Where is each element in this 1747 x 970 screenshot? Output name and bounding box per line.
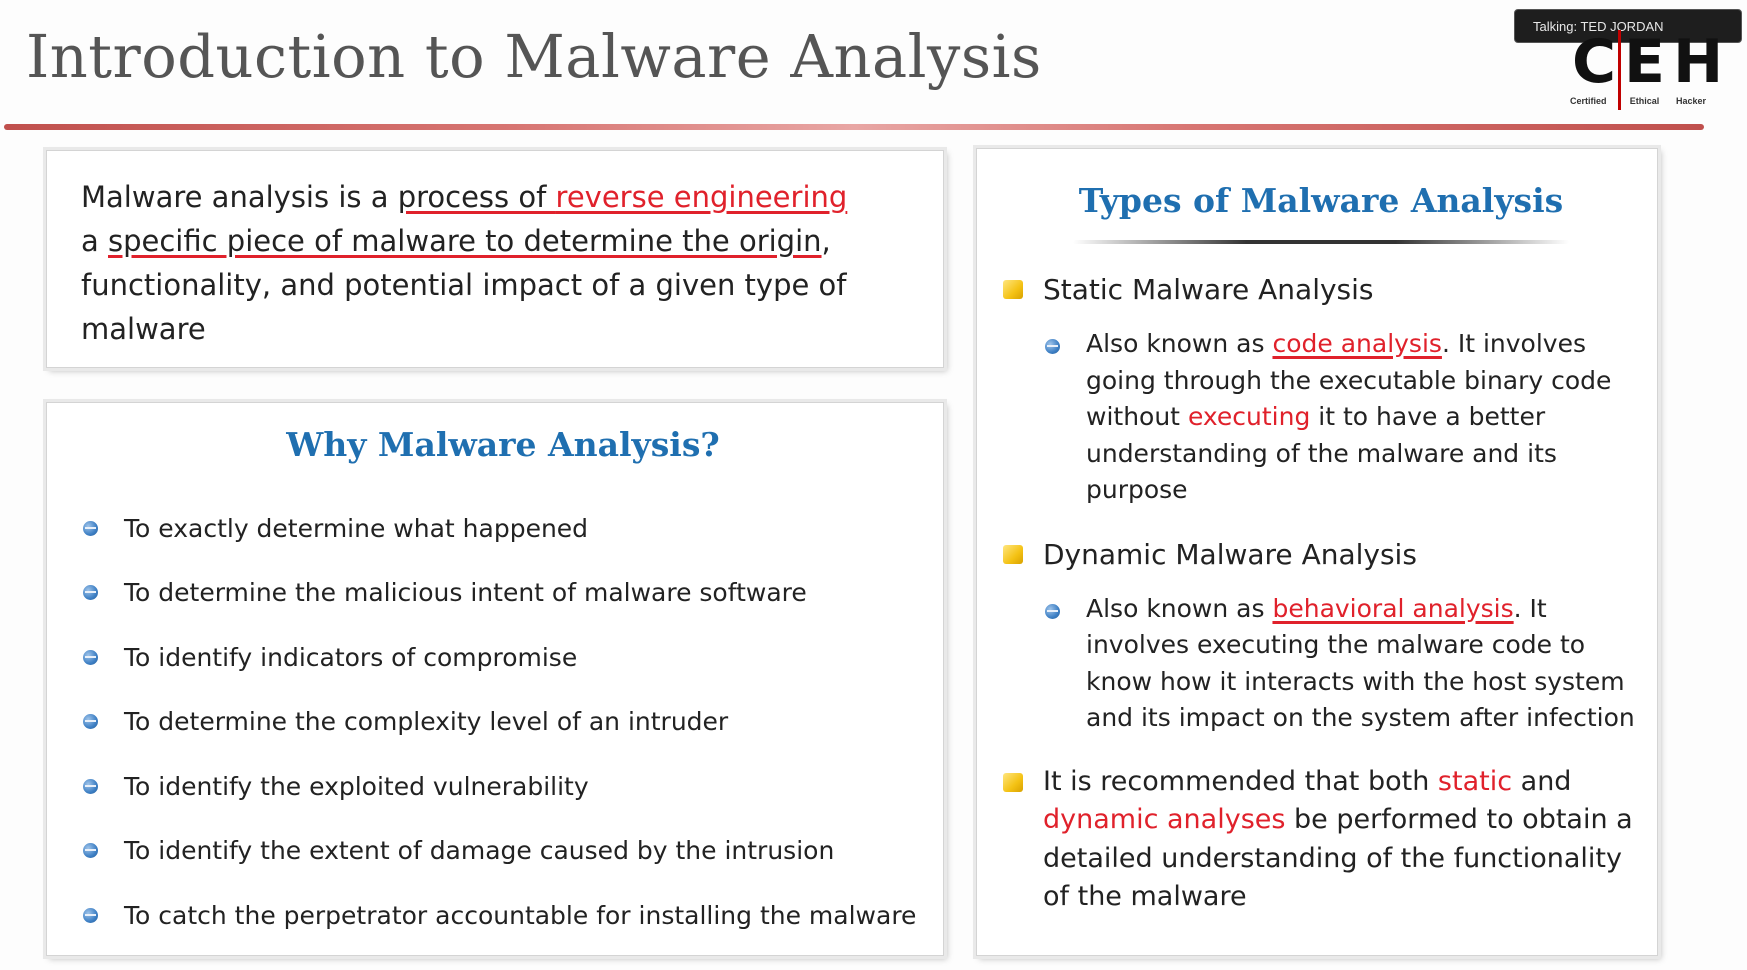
bullet-icon bbox=[83, 843, 98, 859]
list-item: To determine the malicious intent of mal… bbox=[83, 561, 923, 626]
type-static-description: Also known as code analysis. It involves… bbox=[1045, 326, 1639, 509]
type-static: Static Malware Analysis bbox=[1003, 270, 1639, 310]
static-text-1: Also known as bbox=[1086, 329, 1273, 358]
types-heading-divider bbox=[1073, 240, 1569, 244]
type-dynamic-description: Also known as behavioral analysis. It in… bbox=[1045, 591, 1639, 737]
ceh-logo: C E H Certified Ethical Hacker bbox=[1566, 27, 1723, 112]
list-item-text: To determine the malicious intent of mal… bbox=[124, 578, 807, 608]
list-item: To identify the exploited vulnerability bbox=[83, 754, 923, 819]
square-bullet-icon bbox=[1003, 772, 1023, 792]
logo-subtitle: Certified Ethical Hacker bbox=[1566, 96, 1706, 106]
logo-letter-e: E bbox=[1624, 27, 1666, 97]
why-heading: Why Malware Analysis? bbox=[286, 425, 720, 464]
dynamic-text-1: Also known as bbox=[1086, 593, 1273, 623]
list-item-text: To catch the perpetrator accountable for… bbox=[124, 900, 917, 930]
type-static-label: Static Malware Analysis bbox=[1043, 273, 1374, 306]
list-item-text: To identify the exploited vulnerability bbox=[124, 771, 589, 801]
logo-letter-c: C bbox=[1572, 27, 1617, 97]
list-item-text: To identify indicators of compromise bbox=[124, 642, 578, 672]
list-item-text: To identify the extent of damage caused … bbox=[124, 836, 835, 866]
recommendation: It is recommended that both static and d… bbox=[1003, 763, 1639, 917]
bullet-icon bbox=[83, 520, 98, 536]
definition-highlight-reverse-engineering: reverse engineering bbox=[555, 180, 848, 214]
recommend-text-1: It is recommended that both bbox=[1043, 765, 1438, 797]
static-highlight-code-analysis: code analysis bbox=[1272, 329, 1442, 358]
list-item: To catch the perpetrator accountable for… bbox=[83, 883, 923, 948]
bullet-icon bbox=[83, 907, 98, 923]
logo-divider bbox=[1618, 30, 1621, 110]
type-dynamic-label: Dynamic Malware Analysis bbox=[1043, 537, 1417, 571]
logo-letter-h: H bbox=[1673, 27, 1724, 97]
slide-title: Introduction to Malware Analysis bbox=[26, 22, 1042, 91]
bullet-icon bbox=[1045, 339, 1060, 354]
list-item: To identify indicators of compromise bbox=[83, 625, 923, 690]
type-dynamic: Dynamic Malware Analysis bbox=[1003, 535, 1639, 575]
recommendation-text: It is recommended that both static and d… bbox=[1043, 763, 1639, 917]
list-item: To exactly determine what happened bbox=[83, 496, 923, 561]
definition-part-2: process of bbox=[397, 180, 556, 214]
bullet-icon bbox=[83, 649, 98, 665]
why-list: To exactly determine what happened To de… bbox=[83, 496, 923, 948]
logo-sub-ethical: Ethical bbox=[1629, 96, 1660, 106]
bullet-icon bbox=[1045, 603, 1060, 619]
definition-box: Malware analysis is a process of reverse… bbox=[46, 150, 944, 368]
dynamic-description-text: Also known as behavioral analysis. It in… bbox=[1086, 591, 1639, 737]
slide: Introduction to Malware Analysis Talking… bbox=[0, 0, 1747, 970]
types-box: Types of Malware Analysis Static Malware… bbox=[976, 148, 1658, 956]
definition-part-4: a bbox=[81, 224, 108, 258]
static-highlight-executing: executing bbox=[1187, 402, 1311, 431]
definition-underlined-origin: specific piece of malware to determine t… bbox=[108, 224, 822, 258]
logo-sub-hacker: Hacker bbox=[1675, 96, 1706, 106]
recommend-text-3: and bbox=[1512, 765, 1572, 797]
definition-part-1: Malware analysis is a bbox=[81, 180, 398, 214]
list-item: To determine the complexity level of an … bbox=[83, 690, 923, 755]
logo-letters: C E H bbox=[1566, 27, 1723, 97]
title-divider bbox=[4, 124, 1704, 130]
dynamic-highlight-behavioral-analysis: behavioral analysis bbox=[1272, 593, 1514, 623]
list-item-text: To determine the complexity level of an … bbox=[124, 707, 729, 737]
square-bullet-icon bbox=[1003, 544, 1023, 564]
recommend-highlight-static: static bbox=[1437, 765, 1513, 797]
list-item-text: To exactly determine what happened bbox=[124, 513, 589, 543]
list-item: To identify the extent of damage caused … bbox=[83, 819, 923, 884]
bullet-icon bbox=[83, 714, 98, 730]
square-bullet-icon bbox=[1003, 280, 1023, 299]
recommend-highlight-dynamic-analyses: dynamic analyses bbox=[1043, 804, 1286, 835]
types-heading: Types of Malware Analysis bbox=[1078, 181, 1564, 220]
bullet-icon bbox=[83, 778, 98, 794]
bullet-icon bbox=[83, 585, 98, 601]
static-description-text: Also known as code analysis. It involves… bbox=[1086, 326, 1639, 509]
why-box: Why Malware Analysis? To exactly determi… bbox=[46, 402, 944, 956]
logo-sub-certified: Certified bbox=[1570, 96, 1607, 106]
definition-underlined-process: process of reverse engineering bbox=[398, 180, 848, 214]
definition-text: Malware analysis is a process of reverse… bbox=[81, 175, 913, 351]
